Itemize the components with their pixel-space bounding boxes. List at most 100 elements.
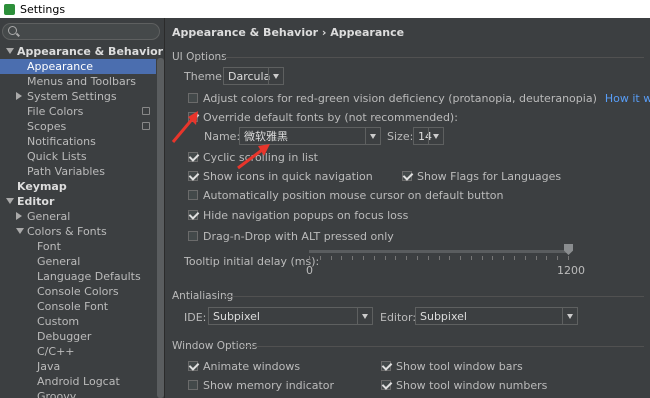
window-title: Settings: [20, 2, 66, 16]
sidebar-item[interactable]: Scopes: [0, 119, 156, 134]
editor-aa-label: Editor:: [380, 310, 417, 324]
window-options-divider: [242, 346, 644, 347]
sidebar-scrollbar[interactable]: [157, 58, 164, 398]
settings-content: Appearance & Behavior › Appearance UI Op…: [166, 18, 650, 398]
slider-tick: [427, 256, 429, 260]
sidebar-item-label: Scopes: [27, 120, 67, 133]
sidebar-item[interactable]: Colors & Fonts: [0, 224, 156, 239]
drag-n-drop-checkbox[interactable]: [188, 231, 198, 241]
sidebar-item[interactable]: Console Colors: [0, 284, 156, 299]
sidebar-item[interactable]: Editor: [0, 194, 156, 209]
chevron-down-icon[interactable]: [6, 48, 14, 54]
sidebar-item[interactable]: Appearance & Behavior: [0, 44, 163, 59]
show-tool-numbers-checkbox[interactable]: [381, 380, 391, 390]
tooltip-delay-slider[interactable]: [309, 250, 568, 253]
breadcrumb: Appearance & Behavior › Appearance: [172, 26, 405, 39]
animate-windows-label: Animate windows: [203, 359, 301, 373]
chevron-down-icon[interactable]: [16, 228, 24, 234]
show-memory-row: Show memory indicator: [188, 377, 334, 393]
cyclic-scrolling-checkbox[interactable]: [188, 152, 198, 162]
sidebar-item[interactable]: File Colors: [0, 104, 156, 119]
annotation-arrow-icon: [237, 144, 270, 170]
adjust-colors-row: Adjust colors for red-green vision defic…: [188, 90, 650, 106]
sidebar-item[interactable]: Custom: [0, 314, 156, 329]
font-size-select[interactable]: 14: [413, 127, 444, 145]
show-flags-checkbox[interactable]: [402, 171, 412, 181]
sidebar-item[interactable]: General: [0, 209, 156, 224]
show-tool-bars-checkbox[interactable]: [381, 361, 391, 371]
sidebar-item-label: Editor: [17, 195, 55, 208]
sidebar-item-label: General: [27, 210, 71, 223]
sidebar-item-label: Console Font: [37, 300, 109, 313]
ide-aa-select[interactable]: Subpixel: [208, 307, 373, 325]
sidebar-item-label: Debugger: [37, 330, 92, 343]
show-flags-row: Show Flags for Languages: [402, 168, 561, 184]
override-fonts-label: Override default fonts by (not recommend…: [203, 110, 458, 124]
sidebar-item[interactable]: Java: [0, 359, 156, 374]
sidebar-item[interactable]: Console Font: [0, 299, 156, 314]
show-icons-checkbox[interactable]: [188, 171, 198, 181]
sidebar-item[interactable]: Notifications: [0, 134, 156, 149]
sidebar-item[interactable]: Android Logcat: [0, 374, 156, 389]
chevron-down-icon: [268, 68, 283, 84]
tooltip-max: 1200: [557, 262, 585, 278]
show-memory-checkbox[interactable]: [188, 380, 198, 390]
show-memory-label: Show memory indicator: [203, 378, 335, 392]
editor-aa-select[interactable]: Subpixel: [415, 307, 578, 325]
sidebar-item[interactable]: General: [0, 254, 156, 269]
editor-aa-row: Editor:: [380, 309, 416, 325]
sidebar-item[interactable]: Debugger: [0, 329, 156, 344]
app-icon: [4, 3, 15, 15]
chevron-right-icon[interactable]: [16, 212, 22, 220]
drag-n-drop-row: Drag-n-Drop with ALT pressed only: [188, 228, 394, 244]
window-titlebar: Settings: [0, 0, 650, 18]
show-icons-row: Show icons in quick navigation: [188, 168, 373, 184]
search-input[interactable]: [2, 23, 160, 40]
override-fonts-row: Override default fonts by (not recommend…: [188, 109, 458, 125]
sidebar-item[interactable]: Menus and Toolbars: [0, 74, 156, 89]
slider-tick: [406, 256, 408, 260]
slider-tick: [416, 256, 418, 260]
slider-tick: [352, 256, 354, 260]
search-icon: [8, 26, 17, 35]
slider-tick: [535, 256, 537, 260]
sidebar-item-label: Appearance: [27, 60, 94, 73]
sidebar-item[interactable]: Groovy: [0, 389, 156, 398]
chevron-right-icon[interactable]: [16, 92, 22, 100]
adjust-colors-checkbox[interactable]: [188, 93, 198, 103]
editor-aa-value: Subpixel: [420, 309, 467, 323]
font-size-row: Size:: [387, 128, 413, 144]
chevron-down-icon[interactable]: [6, 198, 14, 204]
slider-tick: [362, 256, 364, 260]
auto-position-row: Automatically position mouse cursor on d…: [188, 187, 503, 203]
ide-aa-label: IDE:: [184, 310, 207, 324]
sidebar-item[interactable]: Font: [0, 239, 156, 254]
sidebar-item[interactable]: System Settings: [0, 89, 156, 104]
tooltip-min-label: 0: [306, 263, 313, 277]
how-it-works-link[interactable]: How it works: [605, 92, 650, 105]
sidebar-item[interactable]: Quick Lists: [0, 149, 156, 164]
slider-tick: [557, 256, 559, 260]
sidebar-item[interactable]: Appearance: [0, 59, 156, 74]
ui-options-divider: [224, 57, 644, 58]
sidebar-item[interactable]: C/C++: [0, 344, 156, 359]
slider-tick: [481, 256, 483, 260]
tooltip-delay-row: Tooltip initial delay (ms):: [184, 253, 319, 269]
sidebar-item-label: Language Defaults: [37, 270, 141, 283]
sidebar-item[interactable]: Language Defaults: [0, 269, 156, 284]
theme-select[interactable]: Darcula: [223, 67, 284, 85]
auto-position-checkbox[interactable]: [188, 190, 198, 200]
slider-tick: [341, 256, 343, 260]
sidebar-item-label: Menus and Toolbars: [27, 75, 136, 88]
sidebar-item-label: C/C++: [37, 345, 75, 358]
sidebar-item-label: Appearance & Behavior: [17, 45, 164, 58]
slider-tick: [319, 256, 321, 260]
sidebar-item-label: Groovy: [37, 390, 77, 398]
hide-navigation-checkbox[interactable]: [188, 210, 198, 220]
tooltip-delay-slider-thumb[interactable]: [564, 244, 573, 255]
sidebar-item[interactable]: Keymap: [0, 179, 156, 194]
tooltip-delay-label: Tooltip initial delay (ms):: [184, 254, 320, 268]
sidebar-item[interactable]: Path Variables: [0, 164, 156, 179]
animate-windows-checkbox[interactable]: [188, 361, 198, 371]
slider-tick: [460, 256, 462, 260]
